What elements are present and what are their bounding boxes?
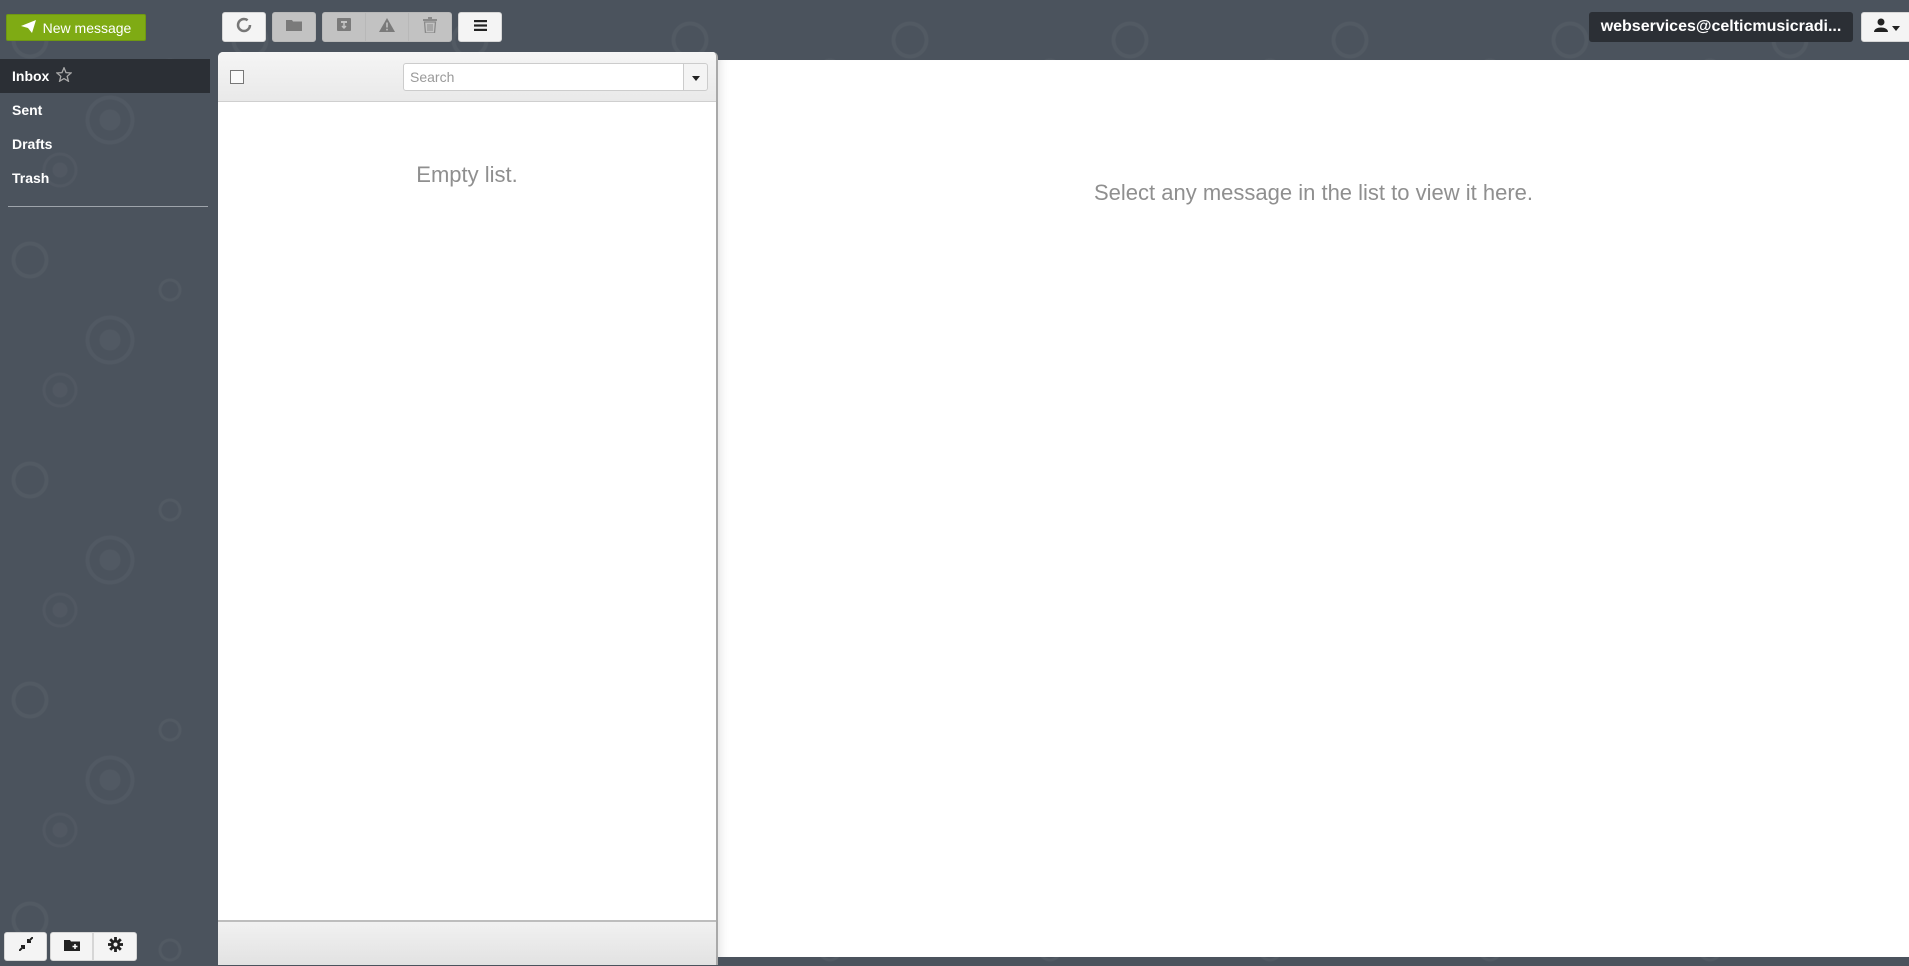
archive-button[interactable] [322, 12, 366, 42]
message-list-header [218, 52, 716, 102]
send-icon [20, 19, 36, 36]
move-to-folder-button[interactable] [272, 12, 316, 42]
folder-label: Trash [12, 170, 50, 186]
preview-placeholder: Select any message in the list to view i… [1094, 180, 1533, 205]
folder-label: Sent [12, 102, 43, 118]
folder-label: Drafts [12, 136, 53, 152]
account-email: webservices@celticmusicradi... [1589, 12, 1853, 42]
sidebar-item-sent[interactable]: Sent [0, 93, 210, 127]
message-list-panel: Empty list. [218, 52, 718, 965]
sidebar-item-drafts[interactable]: Drafts [0, 127, 210, 161]
message-list-footer [218, 920, 716, 965]
add-folder-button[interactable] [50, 932, 93, 961]
spam-button[interactable] [365, 12, 409, 42]
collapse-sidebar-button[interactable] [4, 932, 47, 961]
select-all-checkbox[interactable] [230, 70, 244, 84]
search-options-button[interactable] [683, 63, 708, 91]
gear-icon [107, 936, 123, 957]
caret-down-icon [691, 68, 700, 86]
sidebar-item-inbox[interactable]: Inbox [0, 59, 210, 93]
user-menu-button[interactable] [1861, 12, 1909, 42]
search-input[interactable] [403, 63, 684, 91]
trash-icon [423, 16, 437, 38]
folder-icon [286, 18, 302, 36]
delete-button[interactable] [408, 12, 452, 42]
new-message-button[interactable]: New message [6, 14, 146, 41]
new-message-label: New message [42, 19, 132, 36]
empty-list-message: Empty list. [416, 162, 518, 187]
message-preview-pane: Select any message in the list to view i… [718, 60, 1909, 957]
refresh-icon [236, 17, 252, 38]
sidebar-divider [8, 206, 208, 207]
chevron-down-icon [1892, 18, 1900, 36]
folder-plus-icon [63, 938, 80, 956]
star-outline-icon[interactable] [55, 66, 73, 85]
refresh-button[interactable] [222, 12, 266, 42]
folder-label: Inbox [12, 68, 50, 84]
settings-button[interactable] [93, 932, 137, 961]
user-icon [1874, 18, 1888, 37]
warning-icon [379, 17, 395, 37]
sidebar-item-trash[interactable]: Trash [0, 161, 210, 195]
collapse-arrows-icon [17, 936, 34, 956]
archive-icon [337, 18, 351, 36]
menu-icon [473, 18, 487, 36]
more-actions-button[interactable] [458, 12, 502, 42]
